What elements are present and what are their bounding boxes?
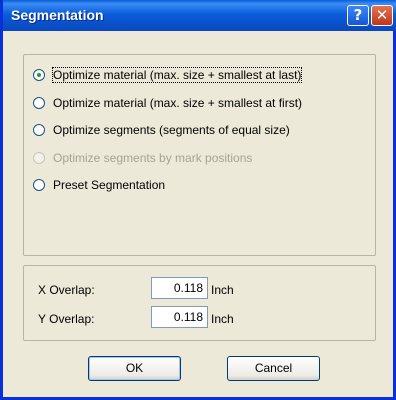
close-button[interactable]: ✕	[371, 5, 393, 26]
y-overlap-label: Y Overlap:	[38, 312, 95, 326]
close-icon: ✕	[375, 6, 389, 24]
y-overlap-input[interactable]: 0.118	[151, 306, 208, 328]
option-segments-equal-size[interactable]: Optimize segments (segments of equal siz…	[33, 122, 290, 138]
x-overlap-input[interactable]: 0.118	[151, 277, 208, 299]
option-label: Optimize segments by mark positions	[53, 151, 253, 165]
radio-button[interactable]	[33, 69, 45, 81]
option-label: Optimize segments (segments of equal siz…	[53, 123, 290, 137]
option-preset-segmentation[interactable]: Preset Segmentation	[33, 177, 165, 193]
option-material-smallest-last[interactable]: Optimize material (max. size + smallest …	[33, 67, 303, 83]
radio-button	[33, 152, 45, 164]
option-label: Preset Segmentation	[53, 178, 166, 192]
option-segments-mark-positions: Optimize segments by mark positions	[33, 150, 252, 166]
cancel-button[interactable]: Cancel	[227, 356, 320, 381]
y-overlap-unit: Inch	[211, 312, 234, 326]
x-overlap-unit: Inch	[211, 283, 234, 297]
radio-button[interactable]	[33, 179, 45, 191]
option-label: Optimize material (max. size + smallest …	[51, 67, 303, 83]
radio-button[interactable]	[33, 97, 45, 109]
help-button[interactable]: ?	[347, 5, 369, 26]
x-overlap-label: X Overlap:	[38, 283, 95, 297]
option-material-smallest-first[interactable]: Optimize material (max. size + smallest …	[33, 95, 302, 111]
option-label: Optimize material (max. size + smallest …	[53, 96, 303, 110]
title-bar[interactable]: Segmentation ? ✕	[3, 0, 396, 31]
ok-button[interactable]: OK	[88, 356, 181, 381]
help-icon: ?	[353, 6, 363, 24]
dialog-title: Segmentation	[11, 7, 104, 23]
segmentation-dialog: Segmentation ? ✕ Optimize material (max.…	[0, 0, 396, 400]
radio-button[interactable]	[33, 124, 45, 136]
